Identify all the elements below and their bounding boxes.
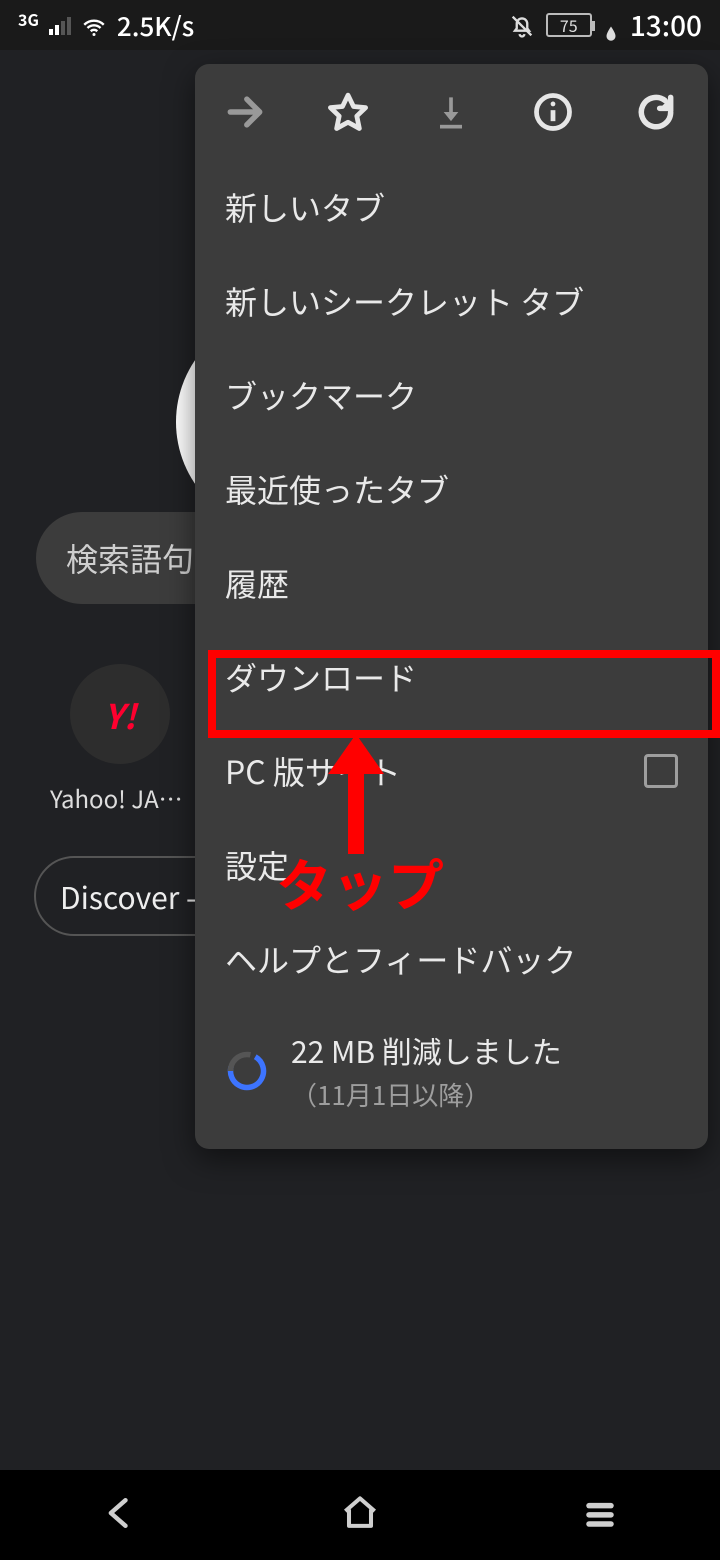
- menu-item-new-tab[interactable]: 新しいタブ: [195, 160, 708, 254]
- menu-item-data-saver[interactable]: 22 MB 削減しました （11月1日以降）: [195, 1006, 708, 1135]
- menu-item-new-incognito[interactable]: 新しいシークレット タブ: [195, 254, 708, 348]
- shortcut-label: Yahoo! JAP...: [50, 780, 190, 815]
- nav-home-icon[interactable]: [338, 1491, 382, 1540]
- data-saver-main: 22 MB 削減しました: [291, 1028, 562, 1072]
- menu-item-recent-tabs[interactable]: 最近使ったタブ: [195, 442, 708, 536]
- search-placeholder-text: 検索語句: [66, 535, 194, 581]
- data-speed: 2.5K/s: [117, 7, 194, 44]
- signal-bars-icon: [49, 15, 71, 35]
- data-saver-sub: （11月1日以降）: [291, 1076, 562, 1113]
- menu-item-label: PC 版サイト: [225, 748, 401, 794]
- discover-label: Discover -: [60, 874, 196, 918]
- checkbox-unchecked-icon[interactable]: [644, 754, 678, 788]
- menu-item-label: 最近使ったタブ: [225, 466, 449, 512]
- menu-item-label: 新しいシークレット タブ: [225, 278, 584, 324]
- menu-item-label: 新しいタブ: [225, 184, 385, 230]
- clock: 13:00: [630, 5, 702, 45]
- menu-item-downloads[interactable]: ダウンロード: [195, 630, 708, 724]
- menu-item-help[interactable]: ヘルプとフィードバック: [195, 912, 708, 1006]
- battery-indicator: 75: [546, 13, 592, 37]
- menu-item-bookmarks[interactable]: ブックマーク: [195, 348, 708, 442]
- menu-item-history[interactable]: 履歴: [195, 536, 708, 630]
- menu-item-label: 履歴: [225, 560, 289, 606]
- forward-icon[interactable]: [223, 90, 267, 134]
- nav-recents-icon[interactable]: [578, 1491, 622, 1540]
- menu-item-label: ブックマーク: [225, 372, 417, 418]
- system-nav-bar: [0, 1470, 720, 1560]
- menu-item-desktop-site[interactable]: PC 版サイト: [195, 724, 708, 818]
- menu-item-settings[interactable]: 設定: [195, 818, 708, 912]
- bookmark-star-icon[interactable]: [326, 90, 370, 134]
- overflow-menu: 新しいタブ 新しいシークレット タブ ブックマーク 最近使ったタブ 履歴 ダウン…: [195, 64, 708, 1149]
- data-saver-gauge-icon: [225, 1049, 269, 1093]
- status-bar: 3G 2.5K/s 75 13:00: [0, 0, 720, 50]
- menu-item-label: ダウンロード: [225, 654, 417, 700]
- shortcut-icon: Y!: [70, 664, 170, 764]
- mute-bell-icon: [508, 11, 536, 39]
- network-type-label: 3G: [18, 11, 39, 27]
- download-icon[interactable]: [429, 90, 473, 134]
- menu-item-label: 設定: [225, 842, 289, 888]
- nav-back-icon[interactable]: [98, 1491, 142, 1540]
- info-icon[interactable]: [531, 90, 575, 134]
- shortcut-yahoo[interactable]: Y! Yahoo! JAP...: [60, 664, 180, 815]
- wifi-icon: [81, 12, 107, 38]
- battery-percent: 75: [560, 13, 578, 37]
- menu-item-label: ヘルプとフィードバック: [225, 936, 576, 982]
- leaf-icon: [602, 14, 620, 36]
- reload-icon[interactable]: [634, 90, 678, 134]
